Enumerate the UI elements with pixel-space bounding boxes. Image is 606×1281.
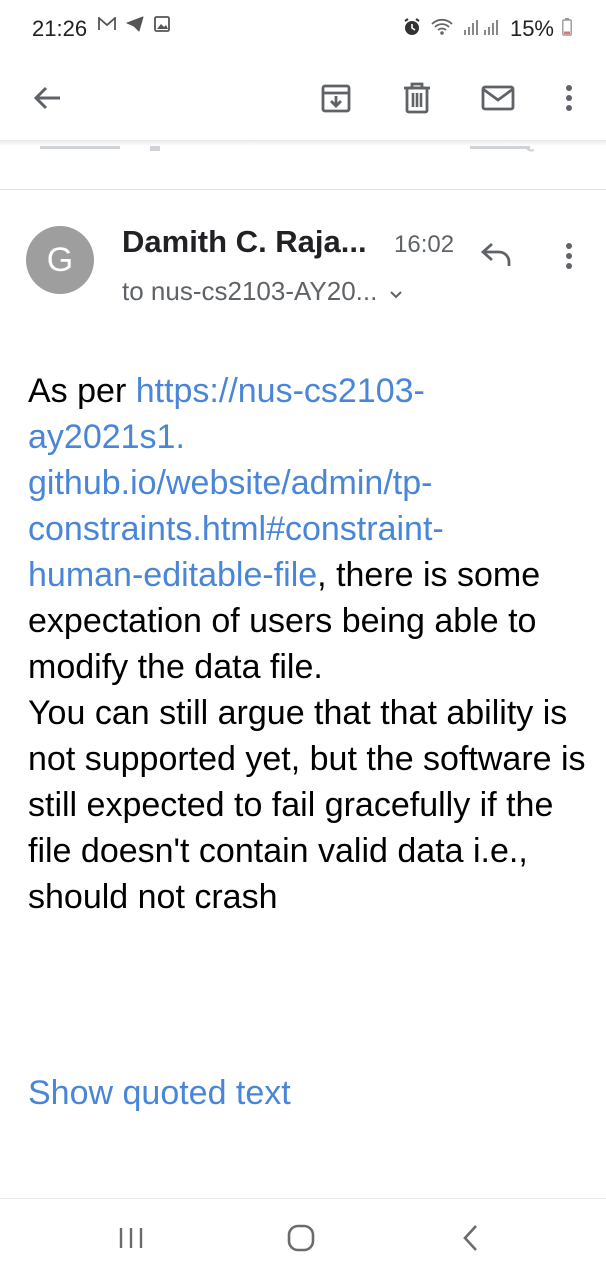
reply-icon bbox=[478, 242, 514, 272]
back-button[interactable] bbox=[21, 74, 73, 126]
battery-percent: 15% bbox=[509, 16, 554, 41]
message-toolbar bbox=[0, 60, 606, 140]
body-prefix: As per bbox=[28, 372, 136, 410]
wifi-icon bbox=[430, 17, 454, 42]
sender-name[interactable]: Damith C. Raja... bbox=[122, 224, 367, 260]
delete-icon bbox=[402, 82, 432, 119]
gmail-icon bbox=[98, 16, 116, 36]
archive-button[interactable] bbox=[310, 74, 362, 126]
more-options-button[interactable] bbox=[543, 74, 595, 126]
recents-icon bbox=[117, 1226, 145, 1255]
navigation-bar bbox=[0, 1198, 606, 1281]
previous-message-peek[interactable] bbox=[0, 146, 606, 190]
mark-unread-button[interactable] bbox=[472, 74, 524, 126]
more-vert-icon bbox=[565, 242, 573, 275]
mark-unread-icon bbox=[481, 85, 515, 116]
gallery-icon bbox=[154, 16, 170, 37]
recipient-text: to nus-cs2103-AY20... bbox=[122, 276, 378, 306]
back-arrow-icon bbox=[32, 85, 62, 116]
chevron-down-icon bbox=[389, 276, 403, 307]
recents-button[interactable] bbox=[106, 1217, 156, 1263]
reply-button[interactable] bbox=[478, 238, 520, 278]
signal-icon bbox=[462, 18, 502, 41]
message-divider bbox=[0, 189, 606, 190]
body-paragraph-2: You can still argue that that ability is… bbox=[28, 694, 586, 916]
battery-icon bbox=[562, 17, 572, 41]
system-back-button[interactable] bbox=[446, 1217, 496, 1263]
system-icons: 15% bbox=[402, 16, 572, 42]
message-time: 16:02 bbox=[394, 231, 455, 258]
home-icon bbox=[286, 1223, 316, 1258]
status-time: 21:26 bbox=[32, 16, 88, 41]
delete-button[interactable] bbox=[391, 74, 443, 126]
telegram-icon bbox=[126, 16, 144, 37]
recipient-details[interactable]: to nus-cs2103-AY20... bbox=[122, 276, 403, 307]
avatar[interactable]: G bbox=[26, 226, 94, 294]
more-vert-icon bbox=[565, 84, 573, 117]
status-bar: 21:26 15% bbox=[0, 0, 606, 60]
notification-icons bbox=[98, 16, 170, 37]
show-quoted-text-link[interactable]: Show quoted text bbox=[28, 1074, 291, 1113]
alarm-icon bbox=[402, 17, 422, 42]
home-button[interactable] bbox=[276, 1217, 326, 1263]
back-icon bbox=[461, 1223, 481, 1258]
archive-icon bbox=[320, 82, 352, 119]
message-body: As per https://nus-cs2103- ay2021s1. githu… bbox=[28, 368, 588, 920]
message-more-button[interactable] bbox=[552, 238, 586, 278]
